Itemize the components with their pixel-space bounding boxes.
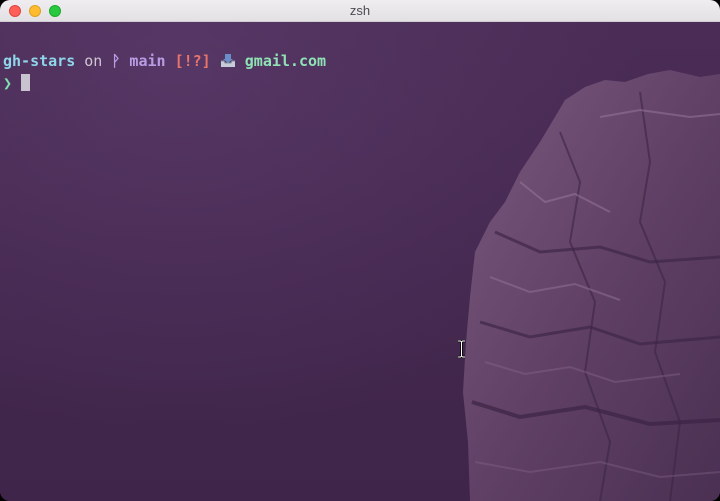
git-branch-icon: ᚹ [111,52,121,70]
branch-name: main [129,52,166,70]
git-status: [!?] [174,52,211,70]
email-domain: gmail.com [244,52,327,70]
terminal-window: zsh gh-stars on ᚹ main [!?] gmail.com ❯ [0,0,720,501]
terminal-output: gh-stars on ᚹ main [!?] gmail.com ❯ [3,50,326,94]
prompt-symbol: ❯ [3,74,13,92]
on-word: on [84,52,103,70]
text-cursor [21,74,31,91]
prompt-line[interactable]: ❯ [3,72,326,94]
prompt-info-line: gh-stars on ᚹ main [!?] gmail.com [3,50,326,72]
repo-name: gh-stars [3,52,76,70]
inbox-tray-icon [220,52,236,74]
title-bar[interactable]: zsh [0,0,720,22]
terminal-content[interactable]: gh-stars on ᚹ main [!?] gmail.com ❯ [0,22,720,501]
window-title: zsh [349,3,371,18]
ibeam-cursor-icon [458,340,465,358]
